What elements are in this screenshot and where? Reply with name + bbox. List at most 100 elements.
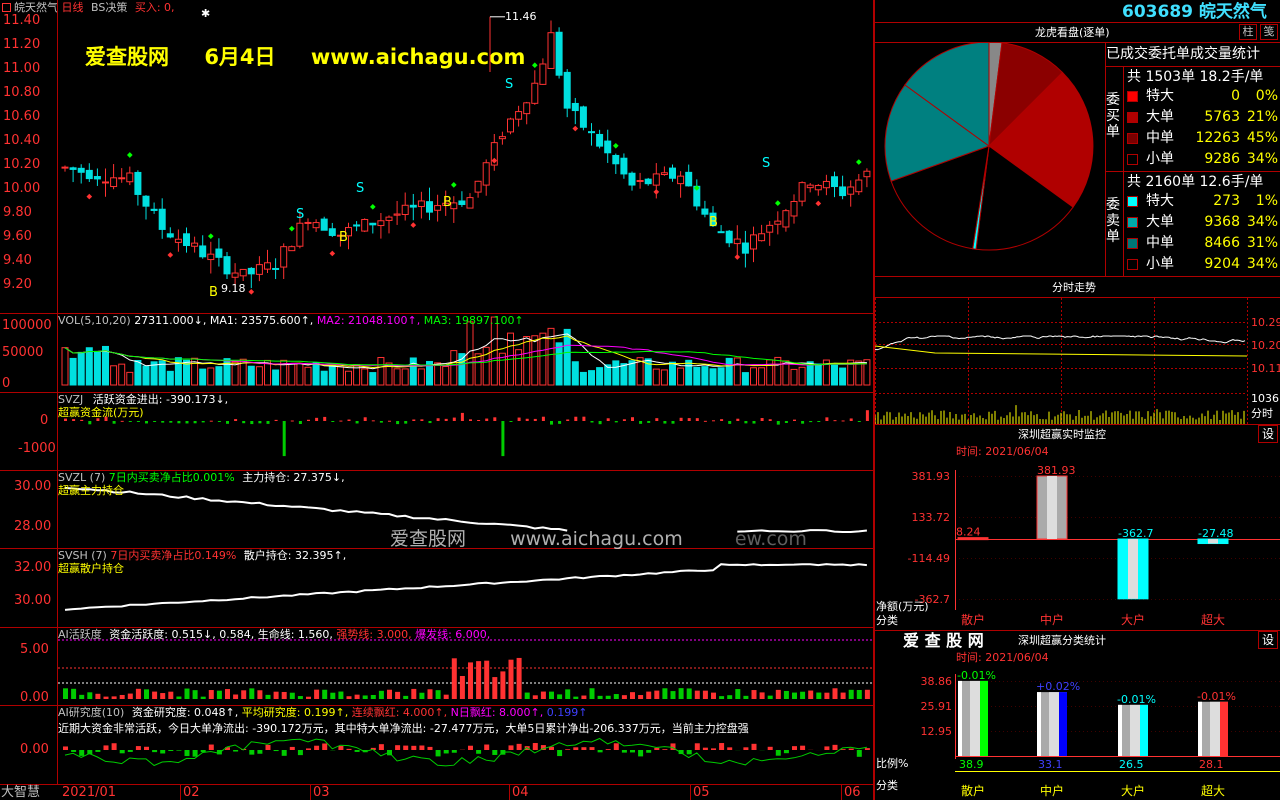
toolbar-btn-jian[interactable]: 笺 [1260,24,1278,40]
candle[interactable] [247,267,255,289]
candle[interactable] [806,183,814,193]
candle[interactable] [85,163,93,182]
candle[interactable] [498,131,506,145]
candle[interactable] [782,208,790,232]
candle[interactable] [207,241,215,274]
candle[interactable] [515,105,523,127]
research-bar [848,748,854,750]
candle[interactable] [264,249,271,273]
fenshi-chart[interactable] [875,298,1280,424]
monitor-settings-button[interactable]: 设 [1258,425,1278,443]
candle[interactable] [126,166,134,186]
candle[interactable] [409,193,417,221]
candle[interactable] [304,218,312,231]
candle[interactable] [855,174,863,195]
candle[interactable] [393,200,401,225]
candle[interactable] [183,227,190,253]
candle[interactable] [571,97,579,125]
candle[interactable] [158,198,166,239]
candle[interactable] [741,230,749,268]
candle[interactable] [458,191,466,207]
candle[interactable] [774,211,782,235]
candle[interactable] [725,229,733,248]
candle[interactable] [733,225,741,257]
candle[interactable] [174,229,182,252]
candle[interactable] [539,58,547,85]
candle[interactable] [102,168,109,197]
candle[interactable] [69,166,77,183]
candle[interactable] [134,170,142,206]
candle[interactable] [547,20,555,69]
candle[interactable] [822,174,830,196]
candle[interactable] [579,105,587,131]
candle[interactable] [328,222,336,238]
brand-label[interactable]: 大智慧 [1,785,40,800]
candle[interactable] [701,200,709,218]
candle[interactable] [142,195,150,220]
candle[interactable] [620,153,628,179]
candle[interactable] [750,226,757,263]
candle[interactable] [758,224,766,242]
candle[interactable] [482,159,490,196]
toolbar-btn-zhu[interactable]: 柱 [1239,24,1257,40]
candle[interactable] [401,192,409,221]
candle[interactable] [434,194,442,222]
candle[interactable] [612,153,620,174]
candle[interactable] [798,181,806,207]
candle[interactable] [239,268,247,282]
candle[interactable] [660,166,668,176]
candle[interactable] [361,218,369,233]
candle[interactable] [118,168,126,183]
candle[interactable] [831,171,838,198]
candle[interactable] [417,191,425,219]
candle[interactable] [790,194,798,224]
candle[interactable] [523,101,531,125]
classify-settings-button[interactable]: 设 [1258,631,1278,649]
candle[interactable] [814,184,822,196]
candle[interactable] [61,165,69,172]
candle[interactable] [223,251,231,280]
candle[interactable] [110,164,118,190]
candle[interactable] [474,180,482,198]
candle[interactable] [563,69,571,118]
candle[interactable] [588,123,595,146]
candle[interactable] [320,216,328,231]
candle[interactable] [199,235,207,259]
candle[interactable] [272,258,280,280]
candle[interactable] [847,180,855,207]
candle[interactable] [669,164,676,182]
candle[interactable] [839,175,847,200]
candle[interactable] [490,134,498,171]
candle[interactable] [644,177,652,186]
candle[interactable] [717,225,725,234]
candle[interactable] [150,202,158,214]
candle[interactable] [369,222,377,234]
candle[interactable] [166,227,174,239]
candle[interactable] [255,256,263,282]
candle[interactable] [596,129,604,149]
candle[interactable] [385,215,393,234]
candle[interactable] [531,70,539,105]
candle[interactable] [685,164,693,187]
candle[interactable] [426,187,433,221]
candle[interactable] [636,172,644,189]
candle[interactable] [353,221,361,232]
candle[interactable] [863,168,871,188]
candle[interactable] [280,243,288,280]
candle[interactable] [93,168,101,186]
candle[interactable] [604,129,612,163]
candle[interactable] [191,236,199,253]
active-bar [346,696,352,699]
candle[interactable] [693,179,701,211]
candle[interactable] [766,221,774,246]
candle[interactable] [312,219,320,232]
candle[interactable] [77,164,85,184]
candle[interactable] [555,27,563,79]
candle[interactable] [215,238,223,267]
candle[interactable] [377,212,385,239]
candle[interactable] [466,193,474,209]
candle[interactable] [628,171,636,191]
candle[interactable] [288,245,296,252]
candle[interactable] [677,171,685,198]
candle[interactable] [507,117,514,135]
